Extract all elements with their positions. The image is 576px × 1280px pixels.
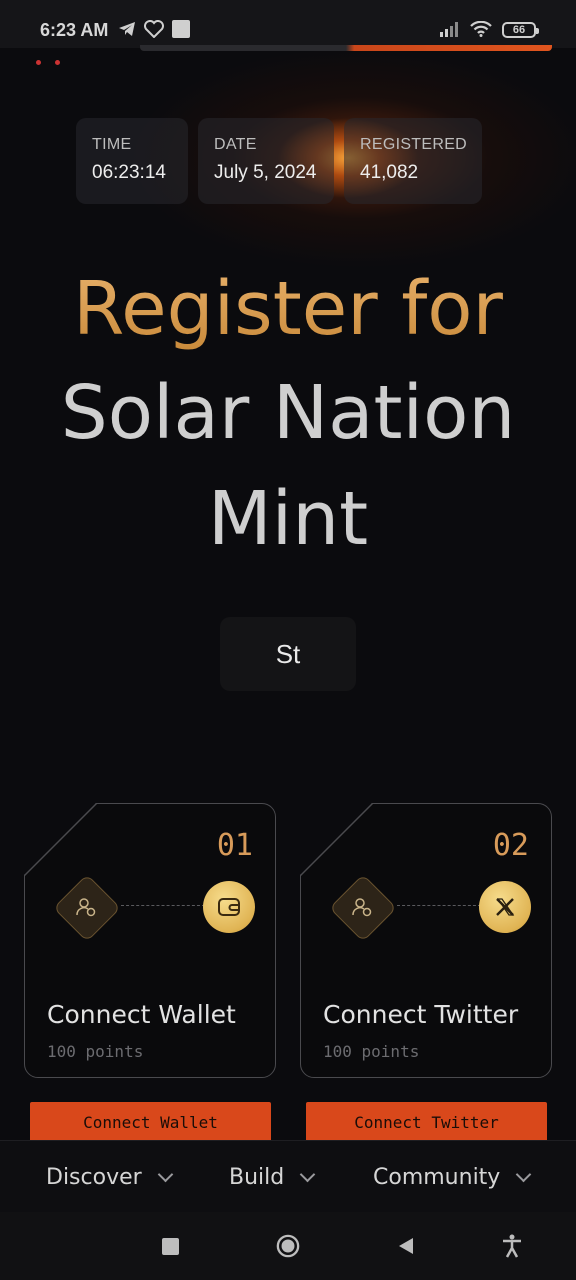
stat-label: TIME — [92, 136, 132, 153]
home-button[interactable] — [276, 1234, 300, 1258]
back-triangle-icon — [399, 1238, 413, 1254]
step-number: 01 — [216, 828, 253, 863]
card-points: 100 points — [47, 1042, 144, 1061]
bottom-nav: Discover Build Community — [0, 1140, 576, 1213]
notification-square-icon — [172, 20, 190, 38]
status-bar: 6:23 AM 66 — [0, 0, 576, 48]
page-title-line-1: Register for — [0, 266, 576, 352]
nav-discover[interactable]: Discover — [46, 1165, 173, 1190]
wifi-icon — [470, 20, 492, 38]
step-number: 02 — [492, 828, 529, 863]
accessibility-button[interactable] — [500, 1234, 524, 1258]
battery-icon: 66 — [502, 22, 539, 38]
system-navigation-bar — [0, 1212, 576, 1280]
lazada-icon — [144, 20, 164, 38]
home-circle-icon — [276, 1234, 300, 1258]
nav-label: Build — [229, 1165, 285, 1190]
countdown-box: St — [220, 617, 356, 691]
square-icon — [161, 1237, 179, 1255]
card-points: 100 points — [323, 1042, 420, 1061]
step-connector — [397, 905, 481, 906]
recents-button[interactable] — [158, 1234, 182, 1258]
page-title-line-3: Mint — [207, 476, 369, 562]
telegram-icon — [118, 20, 136, 38]
back-button[interactable] — [394, 1234, 418, 1258]
status-time: 6:23 AM — [40, 20, 109, 40]
chevron-down-icon — [299, 1166, 316, 1183]
stat-label: DATE — [214, 136, 257, 153]
stat-value: July 5, 2024 — [214, 162, 317, 183]
stat-registered: REGISTERED 41,082 — [344, 118, 482, 204]
x-twitter-icon — [479, 881, 531, 933]
stat-value: 06:23:14 — [92, 162, 166, 183]
connect-twitter-button[interactable]: Connect Twitter — [306, 1102, 547, 1142]
stats-row: TIME 06:23:14 DATE July 5, 2024 REGISTER… — [76, 118, 482, 204]
hero-progress-bar — [140, 45, 552, 51]
nav-label: Discover — [46, 1165, 142, 1190]
connect-wallet-button[interactable]: Connect Wallet — [30, 1102, 271, 1142]
step-connector — [121, 905, 205, 906]
stat-time: TIME 06:23:14 — [76, 118, 188, 204]
card-title: Connect Twitter — [323, 1000, 519, 1029]
page-title-line-2: Solar Nation — [60, 370, 516, 456]
card-title: Connect Wallet — [47, 1000, 236, 1029]
decorative-dots — [36, 52, 74, 70]
stat-value: 41,082 — [360, 162, 419, 183]
card-corner-line — [300, 803, 374, 877]
card-corner-line — [24, 803, 98, 877]
stat-date: DATE July 5, 2024 — [198, 118, 334, 204]
nav-label: Community — [373, 1165, 501, 1190]
signal-icon — [440, 20, 460, 38]
stat-label: REGISTERED — [360, 136, 468, 153]
accessibility-icon — [503, 1234, 521, 1258]
user-check-icon — [63, 884, 109, 930]
wallet-icon — [203, 881, 255, 933]
chevron-down-icon — [157, 1166, 173, 1183]
user-check-icon — [339, 884, 385, 930]
chevron-down-icon — [516, 1166, 532, 1183]
nav-build[interactable]: Build — [229, 1165, 316, 1190]
nav-community[interactable]: Community — [373, 1165, 532, 1190]
